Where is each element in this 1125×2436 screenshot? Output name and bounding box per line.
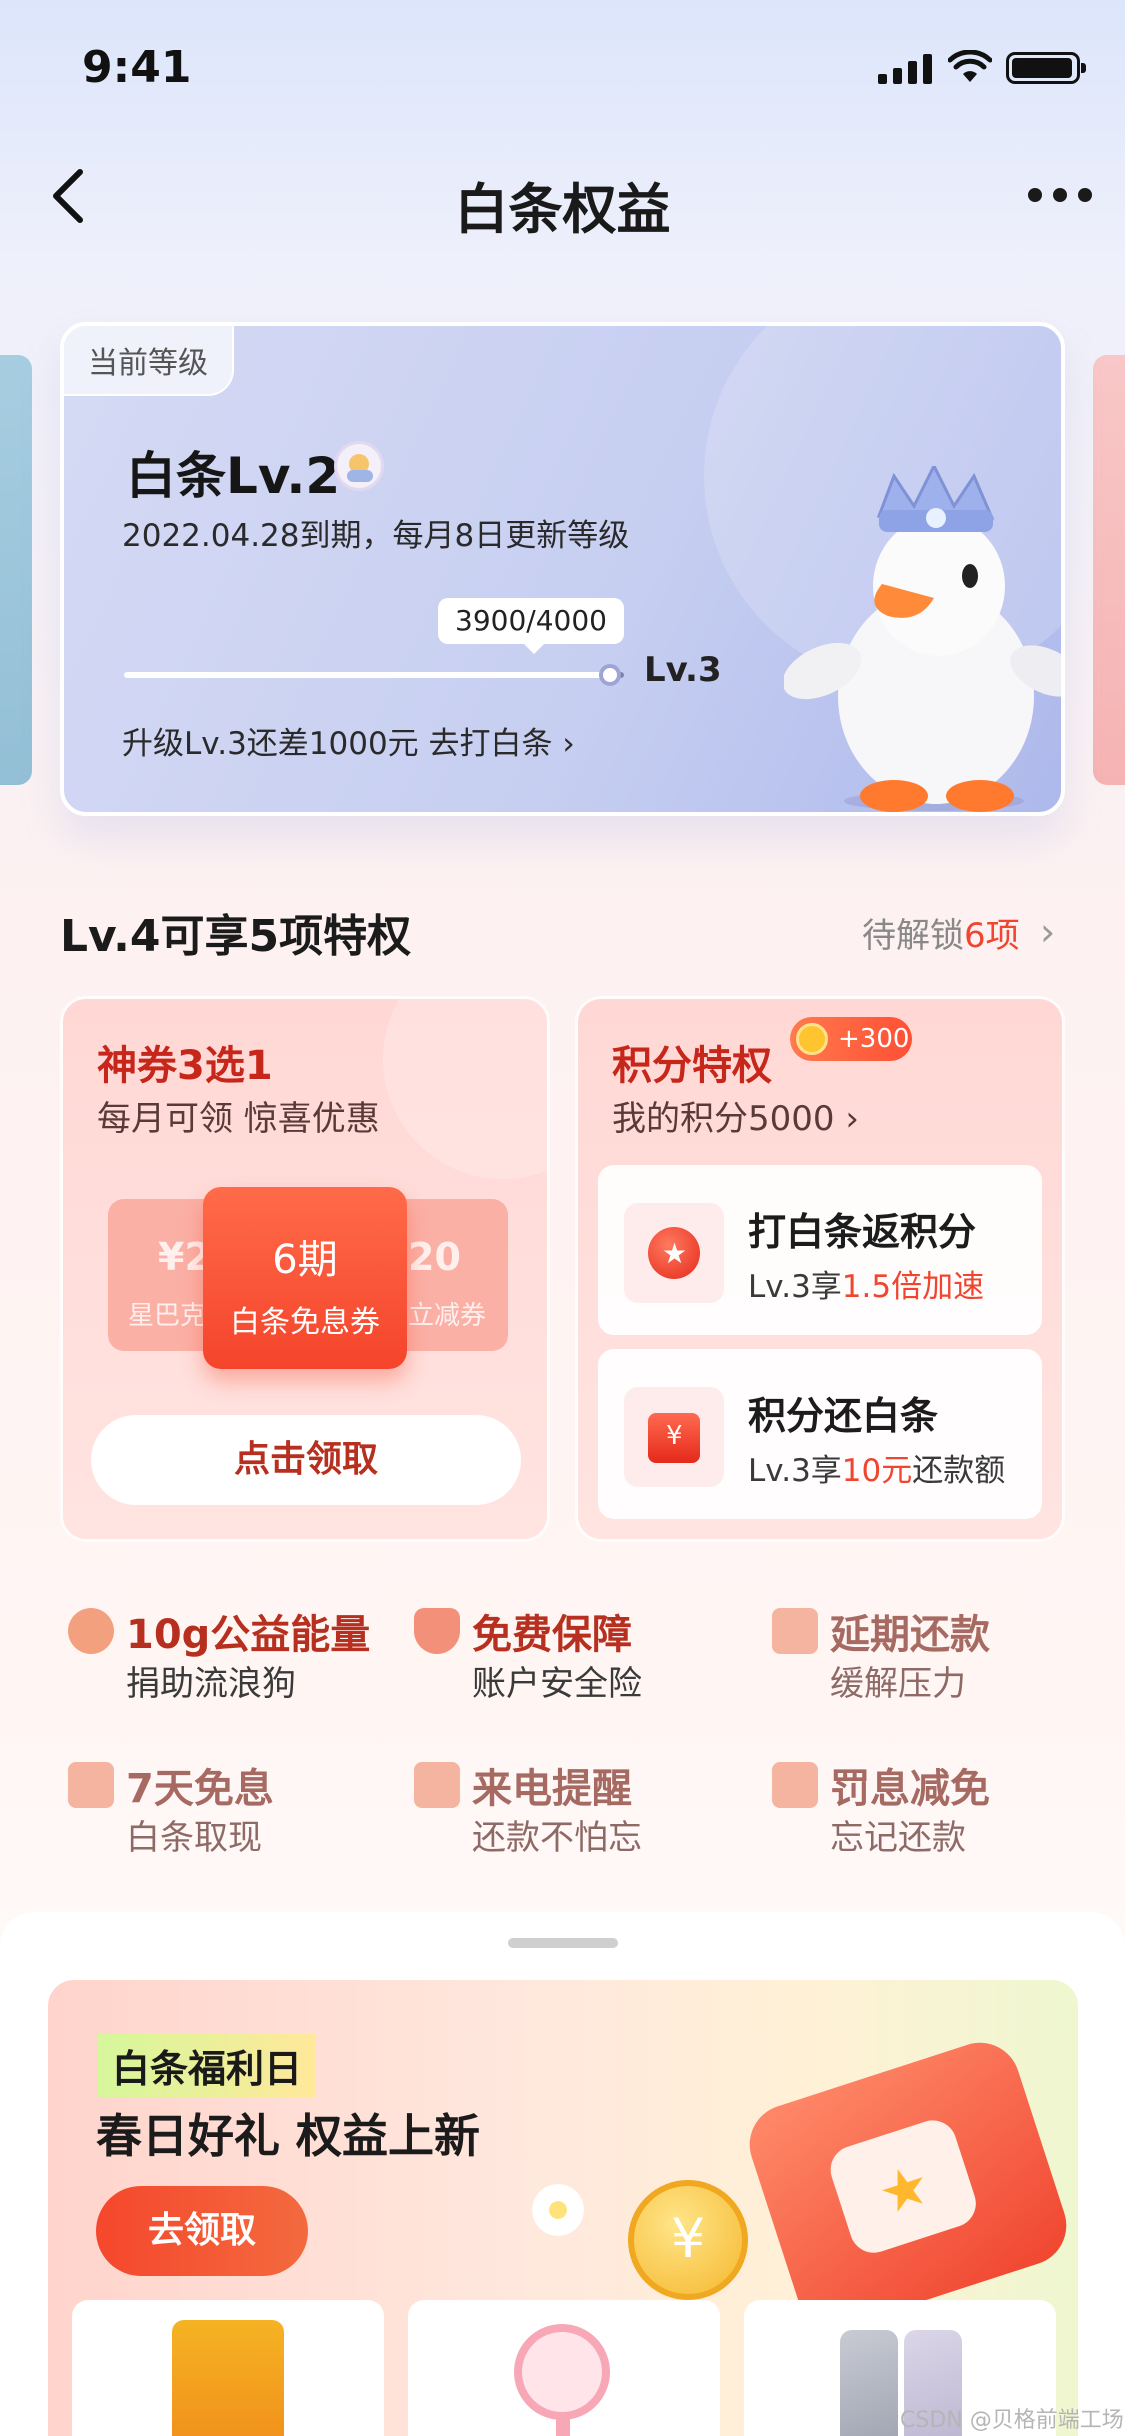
flower-icon xyxy=(528,2180,588,2240)
product-card-chips[interactable] xyxy=(72,2300,384,2436)
banner-title: 春日好礼 权益上新 xyxy=(96,2109,481,2163)
coupon-card: 神券3选1 每月可领 惊喜优惠 ¥2 星巴克 20 立减券 6期 白条免息券 点… xyxy=(60,996,550,1542)
points-card-title: 积分特权 xyxy=(612,1043,772,1089)
card-glow xyxy=(383,999,547,1179)
chevron-right-icon[interactable]: › xyxy=(1040,910,1055,954)
doc-lock-icon xyxy=(772,1762,818,1808)
carousel-next-card[interactable] xyxy=(1093,355,1125,785)
level-badge-icon xyxy=(334,441,384,491)
current-level-tag: 当前等级 xyxy=(64,326,234,396)
progress-knob xyxy=(598,664,621,686)
next-level-label: Lv.3 xyxy=(644,650,722,690)
chips-bag-icon xyxy=(172,2320,284,2436)
phone-icon xyxy=(840,2330,898,2436)
points-badge: +300 xyxy=(790,1017,912,1061)
ticket-right-value: 20 xyxy=(408,1235,461,1279)
carousel-prev-card[interactable] xyxy=(0,355,32,785)
points-tile[interactable]: ★ 打白条返积分 Lv.3享1.5倍加速 xyxy=(598,1165,1042,1335)
feature-sub: 缓解压力 xyxy=(830,1664,966,1704)
banner-tag: 白条福利日 xyxy=(98,2034,317,2097)
feature-sub: 白条取现 xyxy=(126,1818,262,1858)
battery-icon xyxy=(1006,52,1086,84)
wifi-icon xyxy=(948,50,992,82)
points-tile-sub: Lv.3享10元还款额 xyxy=(748,1453,1006,1489)
feature-title: 来电提醒 xyxy=(472,1766,632,1812)
star-coin-icon: ★ xyxy=(624,1203,724,1303)
points-tile[interactable]: ¥ 积分还白条 Lv.3享10元还款额 xyxy=(598,1349,1042,1519)
feature-sub: 忘记还款 xyxy=(830,1818,966,1858)
status-bar: 9:41 xyxy=(0,0,1125,140)
level-expire-text: 2022.04.28到期，每月8日更新等级 xyxy=(122,518,630,554)
sheet-drag-handle[interactable] xyxy=(508,1938,618,1948)
coupon-card-title: 神券3选1 xyxy=(97,1043,273,1089)
feature-title: 10g公益能量 xyxy=(126,1612,371,1658)
chevron-right-icon: › xyxy=(834,1099,859,1139)
phone-gift-icon: ★ xyxy=(739,2032,1077,2338)
page-title: 白条权益 xyxy=(454,178,671,241)
feature-title: 延期还款 xyxy=(830,1612,990,1658)
phone-lock-icon xyxy=(414,1762,460,1808)
progress-track xyxy=(124,672,624,678)
pending-unlock-link[interactable]: 待解锁6项 xyxy=(862,908,1020,957)
feature-deferred-repayment[interactable]: 延期还款 缓解压力 xyxy=(772,1602,1102,1712)
signal-icon xyxy=(878,54,934,84)
points-badge-text: +300 xyxy=(838,1024,910,1054)
coin-icon xyxy=(796,1023,828,1055)
card-lock-icon xyxy=(772,1608,818,1654)
ticket-left-label: 星巴克 xyxy=(128,1301,207,1331)
watermark: CSDN @贝格前端工场 xyxy=(900,2408,1124,2433)
feature-call-reminder[interactable]: 来电提醒 还款不怕忘 xyxy=(414,1756,744,1866)
chevron-right-icon: › xyxy=(562,726,575,762)
feature-sub: 还款不怕忘 xyxy=(472,1818,642,1858)
feature-title: 7天免息 xyxy=(126,1766,274,1812)
shield-icon xyxy=(414,1608,460,1654)
points-card: 积分特权 +300 我的积分5000 › ★ 打白条返积分 Lv.3享1.5倍加… xyxy=(575,996,1065,1542)
status-time: 9:41 xyxy=(82,42,192,93)
coupon-card-subtitle: 每月可领 惊喜优惠 xyxy=(97,1099,380,1139)
ticket-right-label: 立减券 xyxy=(408,1301,487,1331)
privileges-title: Lv.4可享5项特权 xyxy=(60,911,412,962)
pending-prefix: 待解锁 xyxy=(862,916,964,956)
points-tile-title: 打白条返积分 xyxy=(748,1210,977,1254)
banner-claim-button[interactable]: 去领取 xyxy=(96,2186,308,2276)
dog-icon xyxy=(68,1608,114,1654)
points-tile-title: 积分还白条 xyxy=(748,1394,939,1438)
coin-icon: ¥ xyxy=(628,2180,748,2300)
coupon-ticket-front[interactable]: 6期 白条免息券 xyxy=(203,1187,407,1369)
feature-interest-free[interactable]: 7天免息 白条取现 xyxy=(68,1756,398,1866)
calendar-yuan-icon: ¥ xyxy=(624,1387,724,1487)
upgrade-text: 升级Lv.3还差1000元 去打白条 xyxy=(122,726,553,762)
yuan-lock-icon xyxy=(68,1762,114,1808)
feature-penalty-relief[interactable]: 罚息减免 忘记还款 xyxy=(772,1756,1102,1866)
progress-bubble: 3900/4000 xyxy=(438,598,624,654)
feature-charity[interactable]: 10g公益能量 捐助流浪狗 xyxy=(68,1602,398,1712)
ticket-front-value: 6期 xyxy=(272,1237,338,1283)
fan-icon xyxy=(514,2324,610,2420)
feature-sub: 捐助流浪狗 xyxy=(126,1664,296,1704)
feature-insurance[interactable]: 免费保障 账户安全险 xyxy=(414,1602,744,1712)
upgrade-link[interactable]: 升级Lv.3还差1000元 去打白条 › xyxy=(122,718,575,763)
my-points-link[interactable]: 我的积分5000 › xyxy=(612,1091,859,1140)
welfare-day-banner[interactable]: 白条福利日 春日好礼 权益上新 去领取 ¥ ★ xyxy=(48,1980,1078,2436)
feature-title: 免费保障 xyxy=(472,1612,632,1658)
feature-sub: 账户安全险 xyxy=(472,1664,642,1704)
points-tile-sub: Lv.3享1.5倍加速 xyxy=(748,1269,985,1305)
ticket-front-label: 白条免息券 xyxy=(230,1305,380,1340)
my-points-text: 我的积分5000 xyxy=(612,1099,835,1139)
feature-title: 罚息减免 xyxy=(830,1766,990,1812)
pending-count: 6项 xyxy=(964,916,1020,956)
duck-mascot-icon xyxy=(784,466,1061,812)
level-name: 白条Lv.2 xyxy=(126,447,341,505)
claim-coupon-button[interactable]: 点击领取 xyxy=(91,1415,521,1505)
level-card: 当前等级 白条Lv.2 2022.04.28到期，每月8日更新等级 3900/4… xyxy=(60,322,1065,816)
more-dots-icon[interactable] xyxy=(1020,188,1100,208)
product-card-fan[interactable] xyxy=(408,2300,720,2436)
